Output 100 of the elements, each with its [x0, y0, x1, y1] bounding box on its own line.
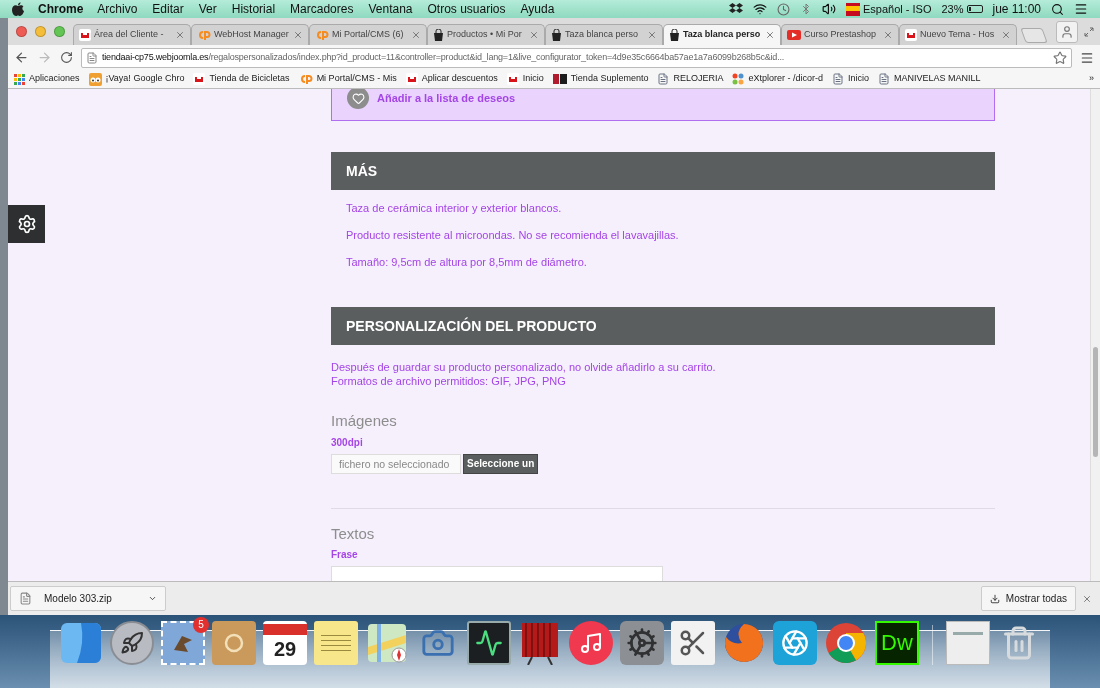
menu-item[interactable]: Otros usuarios — [427, 0, 506, 18]
bookmark[interactable]: Aplicar descuentos — [405, 72, 498, 86]
bookmark[interactable]: Inicio — [506, 72, 544, 86]
bookmark[interactable]: MANIVELAS MANILL — [878, 72, 981, 86]
dropbox-icon[interactable] — [729, 3, 743, 15]
bookmark[interactable]: Tienda de Bicicletas — [193, 72, 290, 86]
bookmark[interactable]: RELOJERIA — [657, 72, 724, 86]
browser-tab[interactable]: Taza blanca perso — [663, 24, 781, 45]
texts-title: Textos — [331, 523, 376, 544]
app-menu[interactable]: Chrome — [38, 0, 84, 18]
calendar-icon[interactable]: 29 — [263, 621, 307, 665]
file-icon — [19, 592, 32, 605]
activity-monitor-icon[interactable] — [467, 621, 511, 665]
browser-tab[interactable]: Nuevo Tema - Hos — [899, 24, 1017, 45]
bookmark[interactable]: eXtplorer - /dicor-d — [732, 72, 823, 86]
search-icon[interactable] — [1051, 2, 1064, 16]
back-icon[interactable] — [14, 50, 29, 65]
browser-tab[interactable]: WebHost Manager — [191, 24, 309, 45]
description-text: Taza de cerámica interior y exterior blancos. — [346, 201, 563, 215]
page-icon — [657, 73, 670, 85]
close-icon[interactable] — [647, 30, 657, 40]
bluetooth-icon[interactable] — [800, 3, 812, 15]
person-icon — [1060, 24, 1074, 39]
section-header: PERSONALIZACIÓN DEL PRODUCTO — [331, 307, 995, 345]
window-control[interactable] — [54, 26, 65, 37]
cp-logo-icon — [298, 74, 313, 84]
map-icon[interactable] — [365, 621, 409, 665]
section-header: MÁS — [331, 152, 995, 190]
cp-logo-icon — [197, 30, 211, 40]
battery-percent[interactable]: 23% — [941, 0, 964, 18]
address-bar[interactable]: tiendaai-cp75.webjoomla.es/regalospersonalizados/index.php?id_product=11&controller=product&id_lang=1&live_configurator_token=4d9e35c6664ba57ae1a7a6099b268b5c&id... — [81, 47, 1072, 68]
note-text: Después de guardar su producto personalizado, no olvide añadirlo a su carrito. — [331, 360, 717, 374]
close-icon[interactable] — [175, 30, 185, 40]
dropdown-icon[interactable] — [148, 594, 157, 603]
input-language[interactable]: Español - ISO — [863, 0, 932, 18]
close-icon[interactable] — [1001, 30, 1011, 40]
cp-logo-icon — [315, 30, 329, 40]
apple-logo-icon[interactable] — [12, 2, 24, 16]
browser-tab[interactable]: Área del Cliente - — [73, 24, 191, 45]
volume-icon[interactable] — [822, 2, 836, 16]
close-icon[interactable] — [883, 30, 893, 40]
close-icon[interactable] — [293, 30, 303, 40]
rocket-icon[interactable] — [110, 621, 154, 665]
browser-tab[interactable]: Productos • Mi Por — [427, 24, 545, 45]
more-bookmarks[interactable]: » — [1089, 72, 1094, 86]
flag-icon[interactable] — [846, 2, 860, 16]
show-all-button[interactable]: Mostrar todas — [980, 586, 1076, 611]
notifications-icon[interactable] — [1074, 2, 1088, 16]
menu-item[interactable]: Historial — [231, 0, 276, 18]
dreamweaver-logo-icon[interactable]: Dw — [875, 621, 919, 665]
chrome-logo-icon[interactable] — [824, 621, 868, 665]
file-name-field: fichero no seleccionado — [331, 453, 461, 474]
browser-tab[interactable]: Curso Prestashop — [781, 24, 899, 45]
bookmark[interactable]: Mi Portal/CMS - Mis — [298, 72, 397, 86]
music-note-icon[interactable] — [569, 621, 613, 665]
images-title: Imágenes — [331, 411, 398, 431]
page-icon — [831, 73, 844, 85]
bookmark[interactable]: Inicio — [831, 72, 869, 86]
close-icon[interactable] — [411, 30, 421, 40]
bookmark[interactable]: ¡Vaya! Google Chro — [88, 72, 185, 86]
menu-icon[interactable] — [1080, 50, 1094, 65]
w-logo-icon — [79, 29, 91, 41]
menu-item[interactable]: Marcadores — [290, 0, 354, 18]
menu-item[interactable]: Ver — [198, 0, 217, 18]
browser-tab[interactable]: Taza blanca perso — [545, 24, 663, 45]
download-item[interactable]: Modelo 303.zip — [10, 586, 166, 611]
fullscreen-icon[interactable] — [1084, 26, 1094, 37]
split-square-icon[interactable] — [59, 621, 103, 665]
fox-globe-icon[interactable] — [722, 621, 766, 665]
notification-badge: 5 — [193, 617, 209, 633]
window-control[interactable] — [16, 26, 27, 37]
reload-icon[interactable] — [60, 51, 73, 64]
close-icon[interactable] — [765, 30, 775, 40]
browser-tab[interactable]: Mi Portal/CMS (6) — [309, 24, 427, 45]
menu-item[interactable]: Editar — [152, 0, 184, 18]
clock-icon[interactable] — [777, 2, 790, 16]
bookmark-star-icon[interactable] — [1053, 50, 1067, 65]
gear-icon — [16, 214, 37, 234]
aperture-icon[interactable] — [773, 621, 817, 665]
close-icon[interactable] — [1082, 593, 1092, 604]
w-logo-icon — [193, 73, 206, 85]
scissors-icon[interactable] — [671, 621, 715, 665]
menu-item[interactable]: Archivo — [97, 0, 138, 18]
notepad-icon[interactable] — [314, 621, 358, 665]
bookmark[interactable]: Aplicaciones — [14, 72, 80, 86]
play-icon — [787, 30, 801, 40]
clock[interactable]: jue 11:00 — [992, 0, 1041, 18]
battery-icon[interactable] — [966, 5, 983, 13]
menu-item[interactable]: Ventana — [368, 0, 413, 18]
page-icon — [878, 73, 890, 85]
menu-item[interactable]: Ayuda — [520, 0, 555, 18]
choose-file-button[interactable]: Seleccione un — [463, 453, 539, 474]
bag-icon — [433, 29, 444, 41]
w-logo-icon — [905, 29, 917, 41]
close-icon[interactable] — [529, 30, 539, 40]
wifi-icon[interactable] — [753, 2, 767, 16]
settings-icon[interactable] — [620, 621, 664, 665]
bookmark[interactable]: Tienda Suplemento — [552, 72, 649, 86]
settings-widget[interactable] — [8, 205, 45, 243]
description-text: Tamaño: 9,5cm de altura por 8,5mm de diámetro. — [346, 255, 588, 269]
